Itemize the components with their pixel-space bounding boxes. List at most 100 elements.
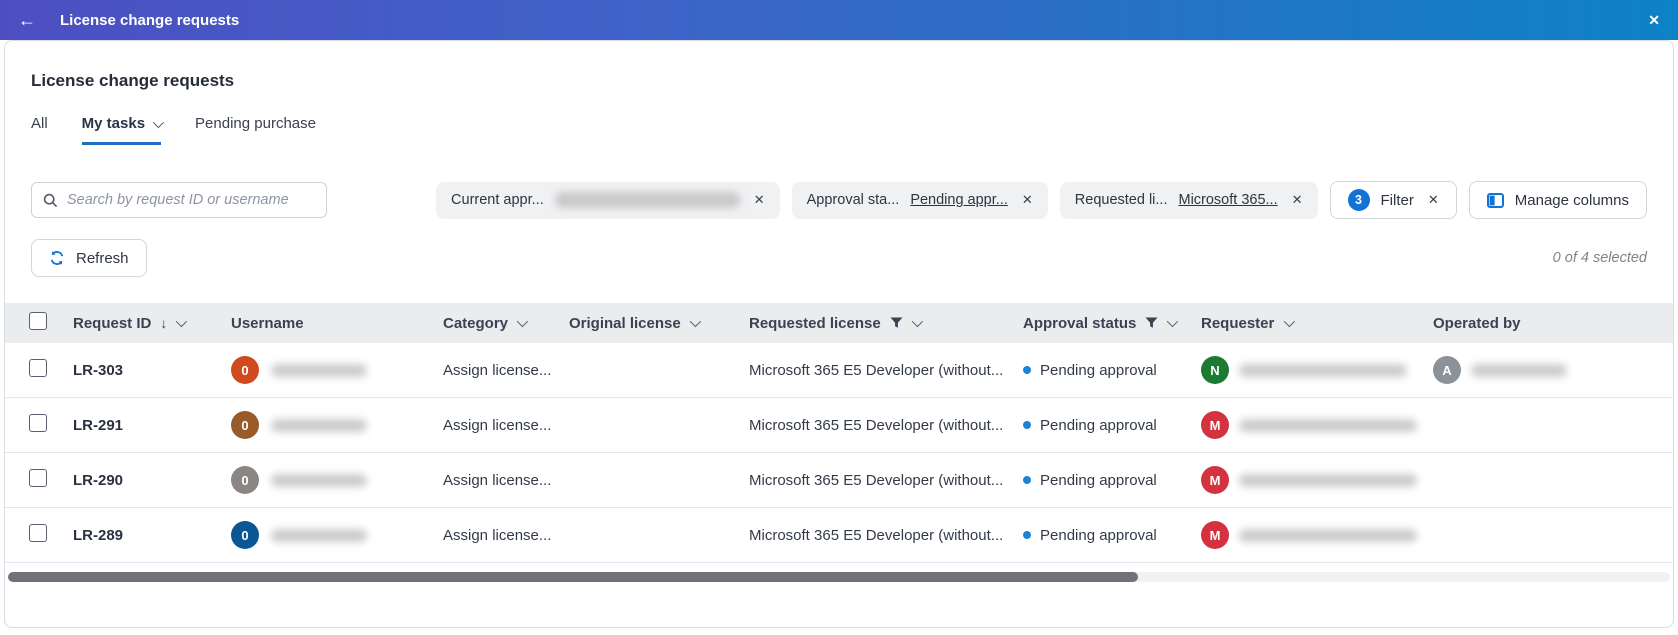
search-icon	[43, 193, 58, 208]
remove-filter-icon[interactable]: ✕	[1292, 192, 1303, 208]
requested-license-cell: Microsoft 365 E5 Developer (without...	[749, 417, 1003, 434]
table-row[interactable]: LR-290 0 Assign license... Microsoft 365…	[5, 453, 1673, 508]
chevron-down-icon[interactable]	[1167, 316, 1178, 327]
tab-my-tasks-label: My tasks	[82, 115, 145, 132]
license-change-requests-panel: License change requests All My tasks Pen…	[4, 40, 1674, 628]
dialog-title: License change requests	[60, 12, 239, 29]
table-row[interactable]: LR-289 0 Assign license... Microsoft 365…	[5, 508, 1673, 563]
tab-my-tasks[interactable]: My tasks	[82, 115, 161, 145]
column-header-username[interactable]: Username	[231, 315, 304, 332]
chip-label: Requested li...	[1075, 192, 1168, 208]
table-header-row: Request ID ↓ Username Category Original …	[5, 303, 1673, 343]
row-checkbox[interactable]	[29, 359, 47, 377]
column-header-category[interactable]: Category	[443, 315, 508, 332]
redacted-chip-value	[555, 192, 740, 208]
chip-value-link[interactable]: Microsoft 365...	[1178, 192, 1277, 208]
filter-button[interactable]: 3 Filter ✕	[1330, 181, 1457, 219]
redacted-requester	[1239, 419, 1417, 432]
chevron-down-icon[interactable]	[911, 316, 922, 327]
toolbar: Current appr... ✕ Approval sta... Pendin…	[31, 181, 1647, 219]
requested-license-cell: Microsoft 365 E5 Developer (without...	[749, 472, 1003, 489]
status-dot	[1023, 366, 1031, 374]
refresh-label: Refresh	[76, 250, 129, 267]
request-id: LR-289	[73, 527, 123, 544]
requested-license-cell: Microsoft 365 E5 Developer (without...	[749, 362, 1003, 379]
column-header-request-id[interactable]: Request ID	[73, 315, 151, 332]
row-checkbox[interactable]	[29, 469, 47, 487]
column-header-approval-status[interactable]: Approval status	[1023, 315, 1136, 332]
chevron-down-icon[interactable]	[517, 316, 528, 327]
category-cell: Assign license...	[443, 362, 551, 379]
user-avatar: 0	[231, 466, 259, 494]
user-avatar: 0	[231, 521, 259, 549]
search-input[interactable]	[67, 192, 315, 208]
approval-status-cell: Pending approval	[1040, 527, 1157, 544]
filter-chip-current-approver[interactable]: Current appr... ✕	[436, 182, 780, 219]
refresh-icon	[49, 250, 65, 266]
chip-label: Approval sta...	[807, 192, 900, 208]
tab-bar: All My tasks Pending purchase	[31, 115, 1647, 145]
back-arrow-icon[interactable]: ←	[18, 10, 36, 31]
filter-funnel-icon[interactable]	[890, 317, 903, 329]
tab-all[interactable]: All	[31, 115, 48, 145]
remove-filter-icon[interactable]: ✕	[1022, 192, 1033, 208]
clear-filters-icon[interactable]: ✕	[1428, 192, 1439, 208]
column-header-requested-license[interactable]: Requested license	[749, 315, 881, 332]
refresh-button[interactable]: Refresh	[31, 239, 147, 277]
approval-status-cell: Pending approval	[1040, 417, 1157, 434]
request-id: LR-303	[73, 362, 123, 379]
user-avatar: 0	[231, 356, 259, 384]
status-dot	[1023, 531, 1031, 539]
row-checkbox[interactable]	[29, 414, 47, 432]
redacted-username	[271, 529, 367, 542]
filter-chip-group: Current appr... ✕ Approval sta... Pendin…	[436, 181, 1647, 219]
chip-label: Current appr...	[451, 192, 544, 208]
horizontal-scrollbar-track[interactable]	[8, 572, 1670, 582]
chevron-down-icon[interactable]	[1284, 316, 1295, 327]
search-box[interactable]	[31, 182, 327, 218]
redacted-username	[271, 419, 367, 432]
filter-chip-approval-status[interactable]: Approval sta... Pending appr... ✕	[792, 182, 1048, 219]
requester-avatar: M	[1201, 466, 1229, 494]
redacted-username	[271, 364, 367, 377]
requested-license-cell: Microsoft 365 E5 Developer (without...	[749, 527, 1003, 544]
chip-value-link[interactable]: Pending appr...	[910, 192, 1008, 208]
tab-pending-purchase-label: Pending purchase	[195, 115, 316, 132]
status-dot	[1023, 476, 1031, 484]
filter-funnel-icon[interactable]	[1145, 317, 1158, 329]
column-header-operated-by[interactable]: Operated by	[1433, 315, 1521, 332]
row-checkbox[interactable]	[29, 524, 47, 542]
selection-summary: 0 of 4 selected	[1553, 250, 1647, 266]
page-title: License change requests	[31, 71, 1647, 91]
chevron-down-icon[interactable]	[176, 316, 187, 327]
close-icon[interactable]: ✕	[1648, 12, 1660, 29]
dialog-header: ← License change requests ✕	[0, 0, 1678, 40]
category-cell: Assign license...	[443, 417, 551, 434]
requester-avatar: N	[1201, 356, 1229, 384]
horizontal-scrollbar-thumb[interactable]	[8, 572, 1138, 582]
user-avatar: 0	[231, 411, 259, 439]
requester-avatar: M	[1201, 411, 1229, 439]
columns-icon	[1487, 193, 1504, 208]
category-cell: Assign license...	[443, 527, 551, 544]
toolbar-row-2: Refresh 0 of 4 selected	[31, 239, 1647, 277]
requester-avatar: M	[1201, 521, 1229, 549]
select-all-checkbox[interactable]	[29, 312, 47, 330]
redacted-requester	[1239, 364, 1407, 377]
redacted-requester	[1239, 529, 1417, 542]
remove-filter-icon[interactable]: ✕	[754, 192, 765, 208]
manage-columns-button[interactable]: Manage columns	[1469, 181, 1647, 219]
redacted-requester	[1239, 474, 1417, 487]
status-dot	[1023, 421, 1031, 429]
chevron-down-icon[interactable]	[153, 116, 164, 127]
sort-descending-icon[interactable]: ↓	[160, 315, 167, 331]
tab-pending-purchase[interactable]: Pending purchase	[195, 115, 316, 145]
column-header-original-license[interactable]: Original license	[569, 315, 681, 332]
filter-chip-requested-license[interactable]: Requested li... Microsoft 365... ✕	[1060, 182, 1318, 219]
chevron-down-icon[interactable]	[689, 316, 700, 327]
column-header-requester[interactable]: Requester	[1201, 315, 1274, 332]
table-row[interactable]: LR-303 0 Assign license... Microsoft 365…	[5, 343, 1673, 398]
requests-table: Request ID ↓ Username Category Original …	[5, 303, 1673, 563]
manage-columns-label: Manage columns	[1515, 192, 1629, 209]
table-row[interactable]: LR-291 0 Assign license... Microsoft 365…	[5, 398, 1673, 453]
